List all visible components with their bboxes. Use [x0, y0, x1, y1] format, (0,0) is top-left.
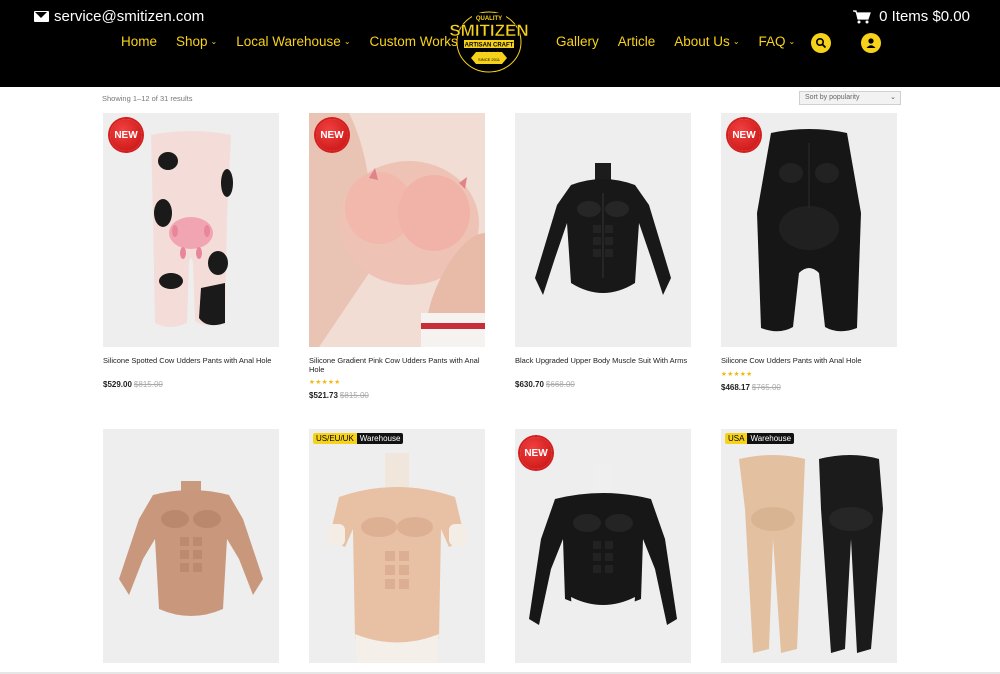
logo-main-text: SMITIZEN: [449, 21, 528, 40]
sort-selected-label: Sort by popularity: [805, 94, 860, 101]
search-icon: [815, 37, 827, 49]
warehouse-region: USA: [725, 433, 748, 444]
nav-article[interactable]: Article: [618, 34, 656, 49]
result-count: Showing 1–12 of 31 results: [102, 94, 193, 103]
warehouse-label: Warehouse: [747, 433, 795, 444]
main-nav-right: Gallery Article About Us ⌄ FAQ ⌄: [556, 34, 814, 49]
product-price: $630.70 $668.00: [515, 380, 575, 389]
new-badge: NEW: [110, 119, 142, 151]
site-logo[interactable]: QUALITY SMITIZEN ARTISAN CRAFT ★★★★★ SIN…: [438, 10, 540, 74]
cart-label: 0 Items $0.00: [879, 8, 970, 25]
chevron-down-icon: ⌄: [788, 37, 796, 46]
user-icon: [866, 38, 876, 48]
product-old-price: $765.00: [751, 383, 781, 392]
new-badge: NEW: [520, 437, 552, 469]
envelope-icon: [34, 11, 49, 22]
new-badge: NEW: [316, 119, 348, 151]
nav-shop[interactable]: Shop ⌄: [176, 34, 217, 49]
nav-gallery[interactable]: Gallery: [556, 34, 599, 49]
product-price: $468.17 $765.00: [721, 383, 781, 392]
cart-icon: [853, 9, 871, 23]
chevron-down-icon: ⌄: [890, 94, 896, 101]
contact-email[interactable]: service@smitizen.com: [34, 8, 204, 25]
cart-summary[interactable]: 0 Items $0.00: [853, 8, 970, 25]
product-old-price: $668.00: [545, 380, 575, 389]
nav-about-us[interactable]: About Us ⌄: [674, 34, 739, 49]
product-title[interactable]: Black Upgraded Upper Body Muscle Suit Wi…: [515, 356, 691, 366]
account-button[interactable]: [861, 33, 881, 53]
product-price: $521.73 $815.00: [309, 391, 369, 400]
product-image[interactable]: NEW: [103, 113, 279, 347]
product-image[interactable]: NEW: [515, 429, 691, 663]
product-price: $529.00 $815.00: [103, 380, 163, 389]
product-title[interactable]: Silicone Gradient Pink Cow Udders Pants …: [309, 356, 485, 374]
rating-stars: ★★★★★: [721, 371, 753, 378]
chevron-down-icon: ⌄: [732, 37, 740, 46]
warehouse-badge: USA Warehouse: [725, 433, 795, 444]
product-title[interactable]: Silicone Cow Udders Pants with Anal Hole: [721, 356, 897, 366]
product-image[interactable]: US/EU/UK Warehouse: [309, 429, 485, 663]
product-image[interactable]: [515, 113, 691, 347]
email-text: service@smitizen.com: [54, 8, 205, 25]
new-badge: NEW: [728, 119, 760, 151]
chevron-down-icon: ⌄: [343, 37, 351, 46]
site-header: service@smitizen.com Home Shop ⌄ Local Wa…: [0, 0, 1000, 87]
product-image[interactable]: NEW: [309, 113, 485, 347]
nav-faq[interactable]: FAQ ⌄: [759, 34, 796, 49]
search-button[interactable]: [811, 33, 831, 53]
product-image[interactable]: [103, 429, 279, 663]
product-old-price: $815.00: [339, 391, 369, 400]
chevron-down-icon: ⌄: [210, 37, 218, 46]
product-old-price: $815.00: [133, 380, 163, 389]
product-image[interactable]: NEW: [721, 113, 897, 347]
sort-select[interactable]: Sort by popularity ⌄: [799, 91, 901, 105]
nav-local-warehouse[interactable]: Local Warehouse ⌄: [236, 34, 350, 49]
logo-sub-text: ARTISAN CRAFT: [465, 43, 514, 49]
warehouse-label: Warehouse: [356, 433, 404, 444]
product-title[interactable]: Silicone Spotted Cow Udders Pants with A…: [103, 356, 279, 366]
warehouse-region: US/EU/UK: [313, 433, 357, 444]
logo-since-text: SINCE 2011: [478, 57, 501, 62]
product-image[interactable]: USA Warehouse: [721, 429, 897, 663]
nav-home[interactable]: Home: [121, 34, 157, 49]
main-nav-left: Home Shop ⌄ Local Warehouse ⌄ Custom Works: [121, 34, 477, 49]
rating-stars: ★★★★★: [309, 379, 341, 386]
warehouse-badge: US/EU/UK Warehouse: [313, 433, 404, 444]
